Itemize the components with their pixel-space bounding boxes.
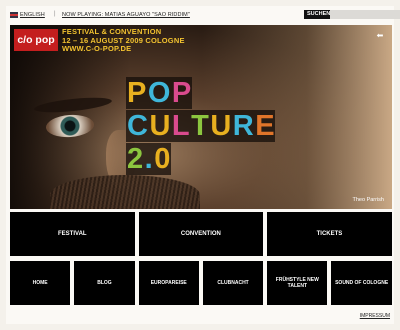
headline-row: 2.0 bbox=[126, 143, 275, 175]
language-switch[interactable]: ENGLISH bbox=[10, 12, 45, 18]
nav-tile-home[interactable]: HOME bbox=[10, 261, 71, 305]
search-input[interactable] bbox=[330, 10, 400, 19]
headline-letter: C bbox=[126, 110, 149, 142]
headline-letter: U bbox=[209, 110, 232, 142]
headline-pop-culture: POPCULTURE2.0 bbox=[126, 77, 276, 176]
headline-letter: U bbox=[148, 110, 171, 142]
headline-row: CULTURE bbox=[126, 110, 276, 142]
headline-letter: T bbox=[190, 110, 210, 142]
main-nav: FESTIVAL CONVENTION TICKETS bbox=[10, 212, 392, 256]
festival-info: FESTIVAL & CONVENTION 12 – 16 AUGUST 200… bbox=[62, 27, 185, 54]
nav-tile-fr-hstyle-new-talent[interactable]: FRÜHSTYLE NEW TALENT bbox=[267, 261, 328, 305]
nav-tile-blog[interactable]: BLOG bbox=[74, 261, 135, 305]
secondary-nav: HOME BLOG EUROPAREISE CLUBNACHT FRÜHSTYLE NE… bbox=[10, 261, 392, 305]
search-label[interactable]: SUCHEN bbox=[304, 10, 334, 19]
nav-tile-europareise[interactable]: EUROPAREISE bbox=[138, 261, 199, 305]
fullscreen-exit-icon[interactable]: ⬅ bbox=[374, 31, 386, 40]
nav-tile-sound-of-cologne[interactable]: SOUND OF COLOGNE bbox=[331, 261, 392, 305]
headline-letter: E bbox=[254, 110, 276, 142]
language-link[interactable]: ENGLISH bbox=[20, 12, 45, 18]
headline-letter: R bbox=[231, 110, 255, 142]
headline-letter: . bbox=[143, 143, 154, 175]
nav-tile-clubnacht[interactable]: CLUBNACHT bbox=[202, 261, 264, 305]
festival-url: WWW.C-O-POP.DE bbox=[62, 44, 132, 53]
headline-letter: 2 bbox=[126, 143, 144, 175]
now-playing-link[interactable]: NOW PLAYING: MATIAS AGUAYO "SAO RIDDIM" bbox=[62, 12, 190, 18]
photo-credit: Theo Parrish bbox=[352, 197, 385, 203]
headline-letter: P bbox=[170, 77, 192, 109]
nav-tile-tickets[interactable]: TICKETS bbox=[267, 212, 392, 256]
top-bar: ENGLISH | NOW PLAYING: MATIAS AGUAYO "SA… bbox=[10, 10, 400, 22]
headline-letter: L bbox=[170, 110, 191, 142]
impressum-link[interactable]: IMPRESSUM bbox=[360, 313, 390, 319]
hero-banner[interactable]: c/o pop FESTIVAL & CONVENTION 12 – 16 AU… bbox=[10, 25, 392, 209]
nav-tile-convention[interactable]: CONVENTION bbox=[138, 212, 264, 256]
uk-flag-icon bbox=[10, 12, 18, 18]
headline-letter: P bbox=[126, 77, 147, 109]
nav-tile-festival[interactable]: FESTIVAL bbox=[10, 212, 135, 256]
separator: | bbox=[54, 11, 56, 17]
co-pop-logo[interactable]: c/o pop bbox=[14, 29, 58, 51]
headline-row: POP bbox=[126, 77, 275, 109]
headline-letter: 0 bbox=[153, 143, 171, 175]
portrait-beard bbox=[50, 175, 200, 209]
headline-letter: O bbox=[146, 77, 171, 109]
